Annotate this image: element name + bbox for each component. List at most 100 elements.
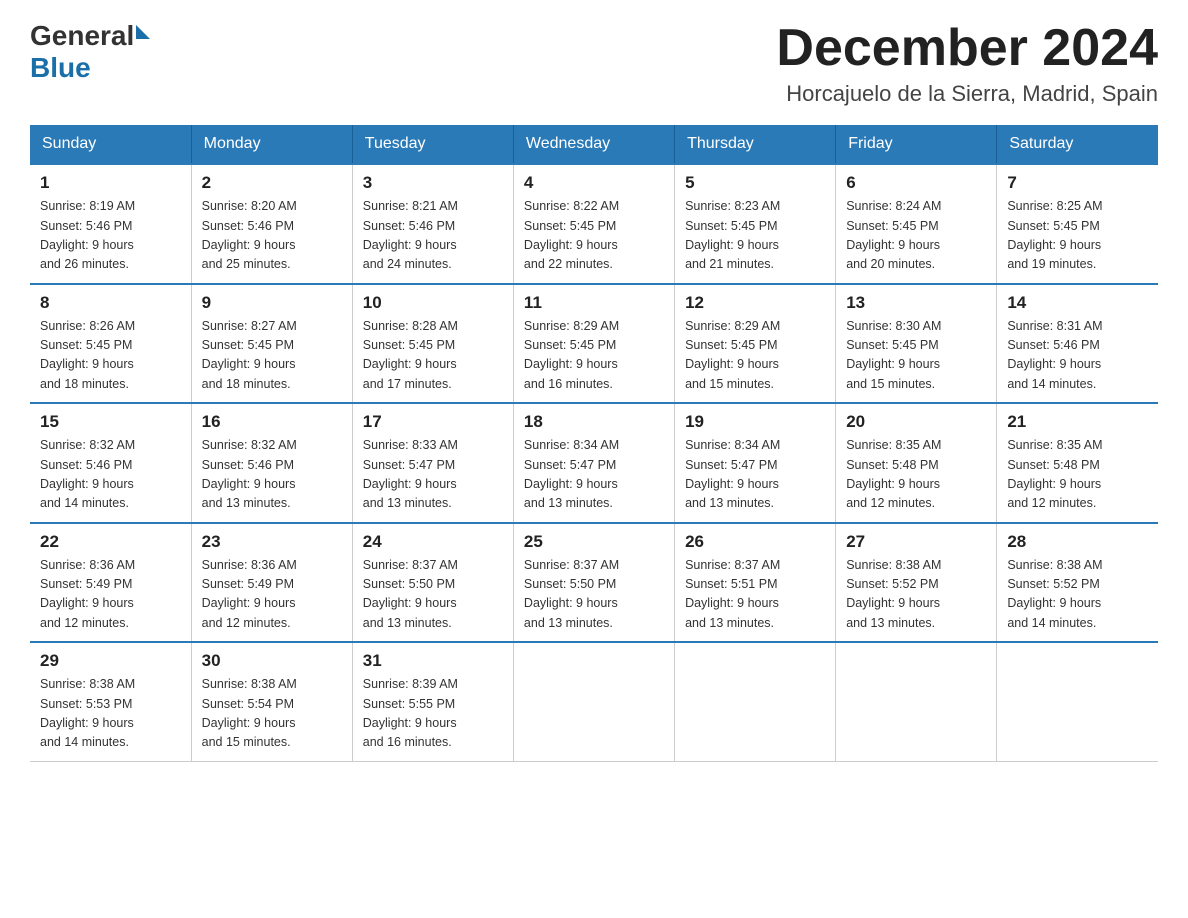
table-row: 18 Sunrise: 8:34 AMSunset: 5:47 PMDaylig… xyxy=(513,403,674,523)
table-row: 9 Sunrise: 8:27 AMSunset: 5:45 PMDayligh… xyxy=(191,284,352,404)
table-row: 14 Sunrise: 8:31 AMSunset: 5:46 PMDaylig… xyxy=(997,284,1158,404)
table-row: 24 Sunrise: 8:37 AMSunset: 5:50 PMDaylig… xyxy=(352,523,513,643)
table-row: 2 Sunrise: 8:20 AMSunset: 5:46 PMDayligh… xyxy=(191,164,352,284)
day-info: Sunrise: 8:32 AMSunset: 5:46 PMDaylight:… xyxy=(202,438,297,510)
day-info: Sunrise: 8:34 AMSunset: 5:47 PMDaylight:… xyxy=(524,438,619,510)
day-number: 12 xyxy=(685,293,825,313)
table-row: 17 Sunrise: 8:33 AMSunset: 5:47 PMDaylig… xyxy=(352,403,513,523)
table-row: 12 Sunrise: 8:29 AMSunset: 5:45 PMDaylig… xyxy=(675,284,836,404)
day-info: Sunrise: 8:29 AMSunset: 5:45 PMDaylight:… xyxy=(685,319,780,391)
day-info: Sunrise: 8:25 AMSunset: 5:45 PMDaylight:… xyxy=(1007,199,1102,271)
table-row: 29 Sunrise: 8:38 AMSunset: 5:53 PMDaylig… xyxy=(30,642,191,761)
table-row: 10 Sunrise: 8:28 AMSunset: 5:45 PMDaylig… xyxy=(352,284,513,404)
table-row: 3 Sunrise: 8:21 AMSunset: 5:46 PMDayligh… xyxy=(352,164,513,284)
day-info: Sunrise: 8:22 AMSunset: 5:45 PMDaylight:… xyxy=(524,199,619,271)
logo-arrow-icon xyxy=(136,25,150,39)
col-sunday: Sunday xyxy=(30,125,191,164)
day-number: 7 xyxy=(1007,173,1148,193)
day-info: Sunrise: 8:24 AMSunset: 5:45 PMDaylight:… xyxy=(846,199,941,271)
day-number: 5 xyxy=(685,173,825,193)
calendar-week-row: 1 Sunrise: 8:19 AMSunset: 5:46 PMDayligh… xyxy=(30,164,1158,284)
day-number: 2 xyxy=(202,173,342,193)
day-info: Sunrise: 8:29 AMSunset: 5:45 PMDaylight:… xyxy=(524,319,619,391)
day-number: 4 xyxy=(524,173,664,193)
calendar-week-row: 15 Sunrise: 8:32 AMSunset: 5:46 PMDaylig… xyxy=(30,403,1158,523)
day-number: 19 xyxy=(685,412,825,432)
day-number: 30 xyxy=(202,651,342,671)
day-number: 21 xyxy=(1007,412,1148,432)
table-row: 15 Sunrise: 8:32 AMSunset: 5:46 PMDaylig… xyxy=(30,403,191,523)
day-number: 27 xyxy=(846,532,986,552)
day-info: Sunrise: 8:37 AMSunset: 5:50 PMDaylight:… xyxy=(363,558,458,630)
col-monday: Monday xyxy=(191,125,352,164)
day-number: 10 xyxy=(363,293,503,313)
calendar-week-row: 8 Sunrise: 8:26 AMSunset: 5:45 PMDayligh… xyxy=(30,284,1158,404)
table-row: 7 Sunrise: 8:25 AMSunset: 5:45 PMDayligh… xyxy=(997,164,1158,284)
day-info: Sunrise: 8:31 AMSunset: 5:46 PMDaylight:… xyxy=(1007,319,1102,391)
day-info: Sunrise: 8:37 AMSunset: 5:50 PMDaylight:… xyxy=(524,558,619,630)
day-info: Sunrise: 8:28 AMSunset: 5:45 PMDaylight:… xyxy=(363,319,458,391)
day-number: 31 xyxy=(363,651,503,671)
day-info: Sunrise: 8:36 AMSunset: 5:49 PMDaylight:… xyxy=(202,558,297,630)
table-row: 23 Sunrise: 8:36 AMSunset: 5:49 PMDaylig… xyxy=(191,523,352,643)
day-number: 22 xyxy=(40,532,181,552)
col-thursday: Thursday xyxy=(675,125,836,164)
table-row: 1 Sunrise: 8:19 AMSunset: 5:46 PMDayligh… xyxy=(30,164,191,284)
table-row xyxy=(675,642,836,761)
day-info: Sunrise: 8:19 AMSunset: 5:46 PMDaylight:… xyxy=(40,199,135,271)
col-tuesday: Tuesday xyxy=(352,125,513,164)
day-info: Sunrise: 8:27 AMSunset: 5:45 PMDaylight:… xyxy=(202,319,297,391)
day-number: 11 xyxy=(524,293,664,313)
table-row: 28 Sunrise: 8:38 AMSunset: 5:52 PMDaylig… xyxy=(997,523,1158,643)
logo-blue-text: Blue xyxy=(30,52,91,84)
day-number: 3 xyxy=(363,173,503,193)
table-row: 27 Sunrise: 8:38 AMSunset: 5:52 PMDaylig… xyxy=(836,523,997,643)
col-wednesday: Wednesday xyxy=(513,125,674,164)
day-info: Sunrise: 8:37 AMSunset: 5:51 PMDaylight:… xyxy=(685,558,780,630)
table-row: 8 Sunrise: 8:26 AMSunset: 5:45 PMDayligh… xyxy=(30,284,191,404)
day-number: 1 xyxy=(40,173,181,193)
day-info: Sunrise: 8:38 AMSunset: 5:52 PMDaylight:… xyxy=(1007,558,1102,630)
col-saturday: Saturday xyxy=(997,125,1158,164)
day-info: Sunrise: 8:38 AMSunset: 5:52 PMDaylight:… xyxy=(846,558,941,630)
day-number: 24 xyxy=(363,532,503,552)
logo: General Blue xyxy=(30,20,150,84)
title-area: December 2024 Horcajuelo de la Sierra, M… xyxy=(776,20,1158,107)
day-number: 17 xyxy=(363,412,503,432)
day-number: 23 xyxy=(202,532,342,552)
day-info: Sunrise: 8:20 AMSunset: 5:46 PMDaylight:… xyxy=(202,199,297,271)
day-info: Sunrise: 8:39 AMSunset: 5:55 PMDaylight:… xyxy=(363,677,458,749)
day-number: 15 xyxy=(40,412,181,432)
day-number: 16 xyxy=(202,412,342,432)
day-info: Sunrise: 8:38 AMSunset: 5:54 PMDaylight:… xyxy=(202,677,297,749)
day-number: 9 xyxy=(202,293,342,313)
table-row: 16 Sunrise: 8:32 AMSunset: 5:46 PMDaylig… xyxy=(191,403,352,523)
table-row: 20 Sunrise: 8:35 AMSunset: 5:48 PMDaylig… xyxy=(836,403,997,523)
table-row: 26 Sunrise: 8:37 AMSunset: 5:51 PMDaylig… xyxy=(675,523,836,643)
day-info: Sunrise: 8:35 AMSunset: 5:48 PMDaylight:… xyxy=(846,438,941,510)
day-number: 26 xyxy=(685,532,825,552)
location-subtitle: Horcajuelo de la Sierra, Madrid, Spain xyxy=(776,81,1158,107)
col-friday: Friday xyxy=(836,125,997,164)
day-info: Sunrise: 8:35 AMSunset: 5:48 PMDaylight:… xyxy=(1007,438,1102,510)
day-number: 28 xyxy=(1007,532,1148,552)
day-number: 6 xyxy=(846,173,986,193)
day-info: Sunrise: 8:30 AMSunset: 5:45 PMDaylight:… xyxy=(846,319,941,391)
day-number: 13 xyxy=(846,293,986,313)
table-row: 22 Sunrise: 8:36 AMSunset: 5:49 PMDaylig… xyxy=(30,523,191,643)
table-row: 6 Sunrise: 8:24 AMSunset: 5:45 PMDayligh… xyxy=(836,164,997,284)
day-info: Sunrise: 8:36 AMSunset: 5:49 PMDaylight:… xyxy=(40,558,135,630)
day-number: 25 xyxy=(524,532,664,552)
page-header: General Blue December 2024 Horcajuelo de… xyxy=(30,20,1158,107)
table-row: 31 Sunrise: 8:39 AMSunset: 5:55 PMDaylig… xyxy=(352,642,513,761)
day-number: 29 xyxy=(40,651,181,671)
table-row: 30 Sunrise: 8:38 AMSunset: 5:54 PMDaylig… xyxy=(191,642,352,761)
table-row: 5 Sunrise: 8:23 AMSunset: 5:45 PMDayligh… xyxy=(675,164,836,284)
logo-general-text: General xyxy=(30,20,134,52)
day-number: 14 xyxy=(1007,293,1148,313)
table-row: 4 Sunrise: 8:22 AMSunset: 5:45 PMDayligh… xyxy=(513,164,674,284)
day-number: 20 xyxy=(846,412,986,432)
table-row: 11 Sunrise: 8:29 AMSunset: 5:45 PMDaylig… xyxy=(513,284,674,404)
table-row: 25 Sunrise: 8:37 AMSunset: 5:50 PMDaylig… xyxy=(513,523,674,643)
day-number: 18 xyxy=(524,412,664,432)
